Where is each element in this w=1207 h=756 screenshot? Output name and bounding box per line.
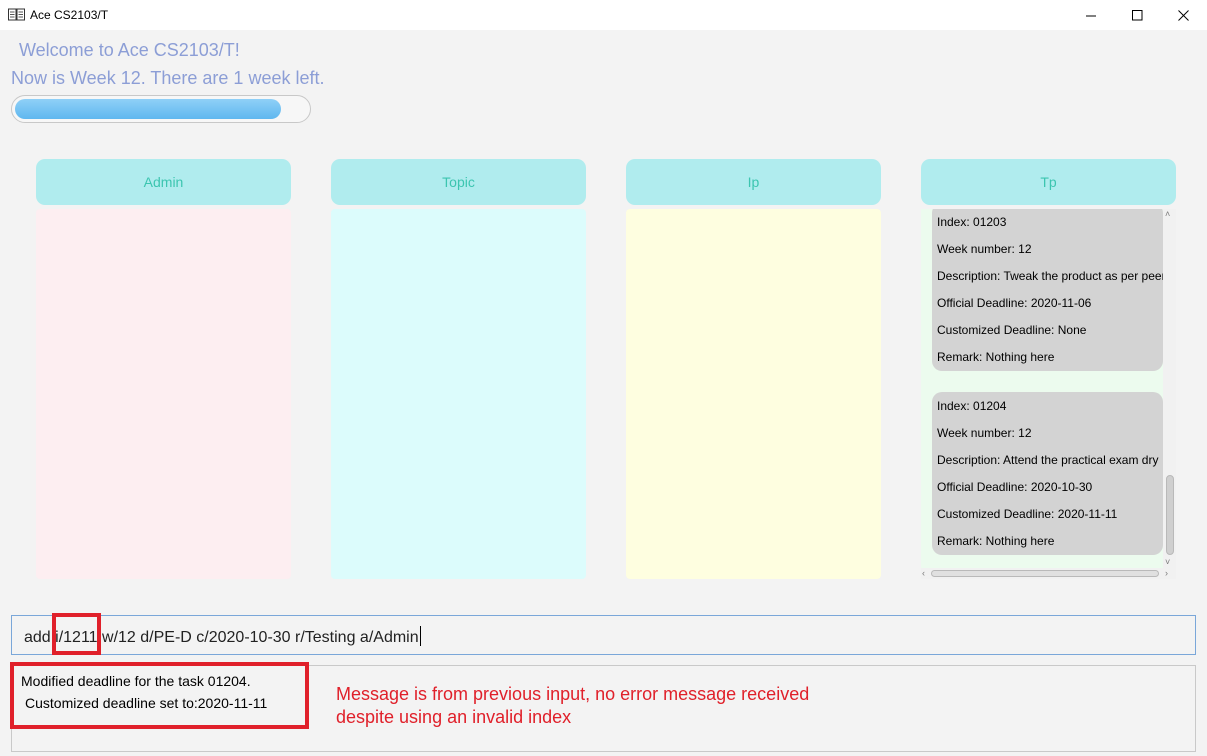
week-progress-bar xyxy=(11,95,311,123)
task-customized-deadline: Customized Deadline: 2020-11-11 xyxy=(937,507,1118,521)
text-caret xyxy=(419,626,421,646)
ip-column-header: Ip xyxy=(626,159,881,205)
task-card[interactable]: Index: 01203 Week number: 12 Description… xyxy=(932,209,1163,371)
vertical-scrollbar[interactable]: ˄ ˅ xyxy=(1163,209,1176,569)
minimize-icon xyxy=(1085,15,1096,16)
scroll-left-icon[interactable]: ‹ xyxy=(922,569,925,578)
task-card[interactable]: Index: 01204 Week number: 12 Description… xyxy=(932,392,1163,555)
tp-task-list[interactable]: Index: 01203 Week number: 12 Description… xyxy=(921,209,1176,579)
task-description: Description: Attend the practical exam d… xyxy=(937,453,1159,467)
topic-task-list[interactable] xyxy=(331,209,586,579)
task-week: Week number: 12 xyxy=(937,242,1032,256)
close-button[interactable] xyxy=(1160,0,1206,30)
task-remark: Remark: Nothing here xyxy=(937,534,1055,548)
week-status: Now is Week 12. There are 1 week left. xyxy=(11,68,325,88)
command-rest: w/12 d/PE-D c/2020-10-30 r/Testing a/Adm… xyxy=(102,629,419,646)
horizontal-scroll-thumb[interactable] xyxy=(931,570,1159,577)
task-official-deadline: Official Deadline: 2020-11-06 xyxy=(937,296,1092,310)
task-customized-deadline: Customized Deadline: None xyxy=(937,323,1087,337)
task-official-deadline: Official Deadline: 2020-10-30 xyxy=(937,480,1093,494)
vertical-scroll-thumb[interactable] xyxy=(1166,475,1174,555)
command-input[interactable]: add i/1211 w/12 d/PE-D c/2020-10-30 r/Te… xyxy=(11,615,1196,655)
command-prefix: add xyxy=(24,629,51,646)
scroll-right-icon[interactable]: › xyxy=(1165,569,1168,578)
highlight-box-index xyxy=(52,613,101,655)
horizontal-scrollbar[interactable]: ‹ › xyxy=(921,568,1176,579)
admin-task-list[interactable] xyxy=(36,209,291,579)
tp-column-header: Tp xyxy=(921,159,1176,205)
admin-column-header: Admin xyxy=(36,159,291,205)
scroll-up-icon[interactable]: ˄ xyxy=(1165,210,1170,219)
ip-task-list[interactable] xyxy=(626,209,881,579)
annotation-note: Message is from previous input, no error… xyxy=(336,684,810,727)
task-index: Index: 01204 xyxy=(937,399,1007,413)
task-remark: Remark: Nothing here xyxy=(937,350,1055,364)
highlight-box-result xyxy=(10,662,309,729)
maximize-button[interactable] xyxy=(1114,0,1160,30)
welcome-message: Welcome to Ace CS2103/T! xyxy=(19,40,240,60)
window-title: Ace CS2103/T xyxy=(30,8,109,22)
task-week: Week number: 12 xyxy=(937,426,1032,440)
progress-fill xyxy=(15,99,281,119)
maximize-icon xyxy=(1131,9,1142,20)
task-description: Description: Tweak the product as per pe… xyxy=(937,269,1163,283)
scroll-down-icon[interactable]: ˅ xyxy=(1165,558,1170,567)
task-index: Index: 01203 xyxy=(937,215,1007,229)
book-icon xyxy=(8,8,25,21)
close-icon xyxy=(1177,9,1189,21)
title-bar: Ace CS2103/T xyxy=(0,0,1207,30)
minimize-button[interactable] xyxy=(1068,0,1114,30)
topic-column-header: Topic xyxy=(331,159,586,205)
